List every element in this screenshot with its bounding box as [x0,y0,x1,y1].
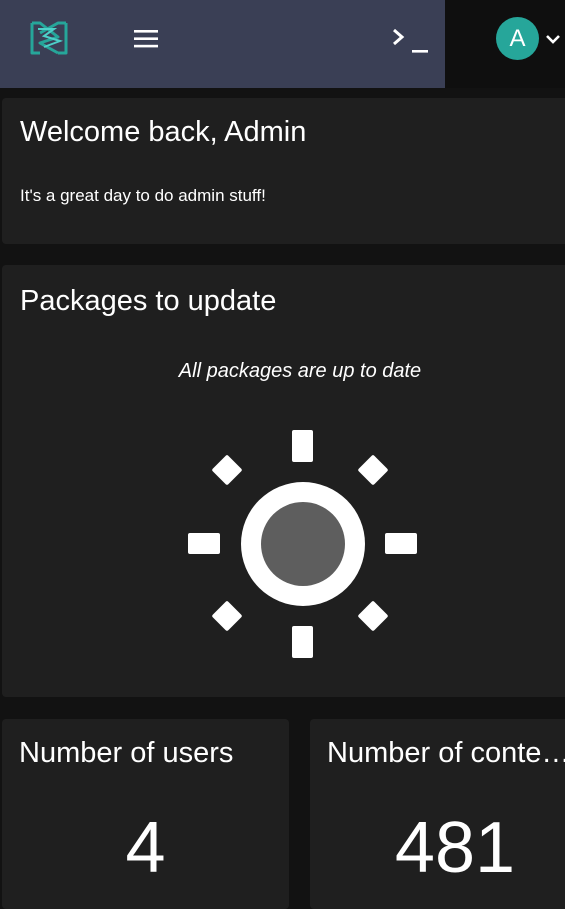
packages-card: Packages to update All packages are up t… [2,265,565,697]
users-stat-title: Number of users [19,737,234,769]
users-stat-card: Number of users 4 [2,719,289,909]
avatar[interactable]: A [496,17,539,60]
chevron-down-icon[interactable] [543,30,563,48]
packages-title: Packages to update [20,285,277,317]
sun-icon [185,428,421,664]
packages-status-message: All packages are up to date [178,360,422,382]
hexagon-s-logo-icon[interactable] [28,17,70,59]
welcome-card: Welcome back, Admin It's a great day to … [2,98,565,244]
users-stat-value: 4 [125,808,166,888]
top-app-bar: A [0,0,565,88]
avatar-initial: A [509,24,526,52]
welcome-subtitle: It's a great day to do admin stuff! [20,186,266,205]
content-stat-value: 481 [394,808,516,888]
terminal-prompt-icon[interactable] [384,22,438,58]
content-stat-title: Number of contents [327,737,565,769]
hamburger-menu-icon[interactable] [128,24,164,54]
welcome-title: Welcome back, Admin [20,116,307,148]
content-stat-card: Number of contents 481 [310,719,565,909]
